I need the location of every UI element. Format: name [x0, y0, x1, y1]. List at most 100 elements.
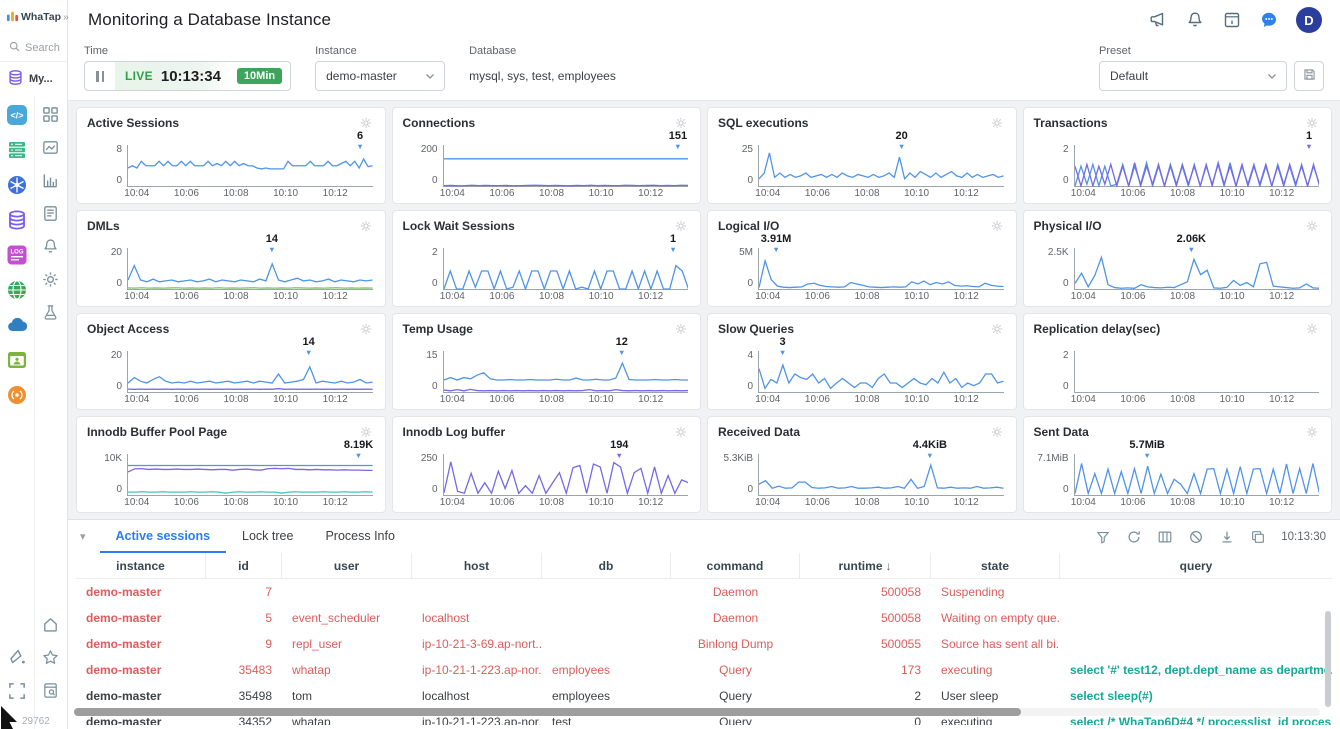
gear-icon[interactable]	[674, 116, 688, 130]
chat-icon[interactable]	[1259, 10, 1279, 30]
alert-icon[interactable]	[41, 236, 61, 256]
gear-icon[interactable]	[674, 322, 688, 336]
gear-icon[interactable]	[990, 322, 1004, 336]
gear-icon[interactable]	[990, 116, 1004, 130]
time-range-badge[interactable]: 10Min	[237, 68, 282, 84]
column-header-host[interactable]: host	[412, 553, 542, 578]
agent-icon[interactable]	[6, 384, 28, 406]
preset-value: Default	[1110, 69, 1148, 83]
dashboard-icon[interactable]	[41, 104, 61, 124]
gear-icon[interactable]	[359, 219, 373, 233]
url-icon[interactable]	[6, 279, 28, 301]
chart-card: Connections2000151▼10:0410:0610:0810:101…	[392, 107, 702, 204]
table-row[interactable]: demo-master7Daemon500058Suspending	[76, 579, 1332, 605]
refresh-icon[interactable]	[1126, 529, 1142, 545]
column-header-state[interactable]: state	[931, 553, 1060, 578]
cell-state: User sleep	[931, 689, 1060, 703]
lab-icon[interactable]	[41, 302, 61, 322]
column-header-runtime[interactable]: runtime↓	[800, 553, 931, 578]
x-tick-label: 10:12	[954, 497, 979, 508]
exclude-icon[interactable]	[1188, 529, 1204, 545]
gear-icon[interactable]	[1305, 116, 1319, 130]
column-header-db[interactable]: db	[542, 553, 671, 578]
favorites-icon[interactable]	[41, 647, 61, 667]
gear-icon[interactable]	[1305, 219, 1319, 233]
x-tick-label: 10:06	[1120, 497, 1145, 508]
doc-search-icon[interactable]	[41, 680, 61, 700]
x-tick-label: 10:06	[489, 394, 514, 405]
app-logo[interactable]: WhaTap »	[0, 0, 67, 34]
database-label: Database	[469, 45, 616, 57]
bell-icon[interactable]	[1185, 10, 1205, 30]
sparkline-chart	[127, 145, 373, 187]
column-header-query[interactable]: query	[1060, 553, 1332, 578]
log-icon[interactable]: LOG	[6, 244, 28, 266]
pause-button[interactable]	[85, 62, 115, 90]
logo-text: WhaTap	[21, 11, 61, 23]
collapse-panel-icon[interactable]: ▾	[80, 530, 86, 543]
gear-icon[interactable]	[359, 116, 373, 130]
user-avatar[interactable]: D	[1296, 7, 1322, 33]
x-tick-label: 10:06	[1120, 394, 1145, 405]
widget-icon[interactable]	[41, 137, 61, 157]
theme-icon[interactable]	[6, 645, 28, 667]
cloud-icon[interactable]	[6, 314, 28, 336]
chart-card: Innodb Log buffer2500194▼10:0410:0610:08…	[392, 416, 702, 513]
apm-icon[interactable]: </>	[6, 104, 28, 126]
table-horizontal-scrollbar	[74, 708, 1320, 716]
save-preset-button[interactable]	[1294, 61, 1324, 91]
column-header-instance[interactable]: instance	[76, 553, 206, 578]
sidebar-expand-icon[interactable]: »	[63, 12, 69, 23]
tab-lock-tree[interactable]: Lock tree	[226, 520, 309, 553]
gear-icon[interactable]	[990, 219, 1004, 233]
columns-icon[interactable]	[1157, 529, 1173, 545]
scrollbar-thumb[interactable]	[74, 708, 1021, 716]
download-icon[interactable]	[1219, 529, 1235, 545]
chart-card: Replication delay(sec)2010:0410:0610:081…	[1023, 313, 1333, 410]
gear-icon[interactable]	[674, 425, 688, 439]
kubernetes-icon[interactable]	[6, 174, 28, 196]
fullscreen-icon[interactable]	[6, 680, 28, 702]
peak-value-label: 3	[779, 337, 785, 348]
gear-icon[interactable]	[359, 322, 373, 336]
gear-icon[interactable]	[359, 425, 373, 439]
column-header-command[interactable]: command	[671, 553, 800, 578]
browser-icon[interactable]	[6, 349, 28, 371]
megaphone-icon[interactable]	[1148, 10, 1168, 30]
gear-icon[interactable]	[674, 219, 688, 233]
x-tick-label: 10:12	[323, 291, 348, 302]
release-notes-icon[interactable]	[1222, 10, 1242, 30]
detail-panel: ▾ Active sessionsLock treeProcess Info 1…	[68, 519, 1340, 729]
server-icon[interactable]	[6, 139, 28, 161]
panel-tabbar: ▾ Active sessionsLock treeProcess Info 1…	[68, 520, 1340, 553]
time-label: Time	[84, 45, 291, 57]
sidebar-item-my-project[interactable]: My...	[0, 62, 67, 96]
table-row[interactable]: demo-master5event_schedulerlocalhostDaem…	[76, 605, 1332, 631]
x-tick-label: 10:04	[755, 188, 780, 199]
copy-icon[interactable]	[1250, 529, 1266, 545]
column-header-user[interactable]: user	[282, 553, 412, 578]
database-icon[interactable]	[6, 209, 28, 231]
gear-icon[interactable]	[1305, 425, 1319, 439]
table-row[interactable]: demo-master9repl_userip-10-21-3-69.ap-no…	[76, 631, 1332, 657]
cell-host: localhost	[412, 611, 542, 625]
tab-active-sessions[interactable]: Active sessions	[100, 520, 227, 553]
cell-command: Query	[671, 689, 800, 703]
filter-icon[interactable]	[1095, 529, 1111, 545]
preset-select[interactable]: Default	[1099, 61, 1287, 91]
tab-process-info[interactable]: Process Info	[309, 520, 410, 553]
table-row[interactable]: demo-master35483whatapip-10-21-1-223.ap-…	[76, 657, 1332, 683]
settings-icon[interactable]	[41, 269, 61, 289]
x-tick-label: 10:10	[273, 497, 298, 508]
gear-icon[interactable]	[990, 425, 1004, 439]
x-tick-label: 10:08	[539, 497, 564, 508]
analytics-icon[interactable]	[41, 170, 61, 190]
table-row[interactable]: demo-master35498tomlocalhostemployeesQue…	[76, 683, 1332, 709]
report-icon[interactable]	[41, 203, 61, 223]
instance-select[interactable]: demo-master	[315, 61, 445, 91]
table-vertical-scrollbar[interactable]	[1325, 611, 1331, 707]
sidebar-search[interactable]: Search	[0, 34, 67, 62]
gear-icon[interactable]	[1305, 322, 1319, 336]
column-header-id[interactable]: id	[206, 553, 282, 578]
home-icon[interactable]	[41, 614, 61, 634]
